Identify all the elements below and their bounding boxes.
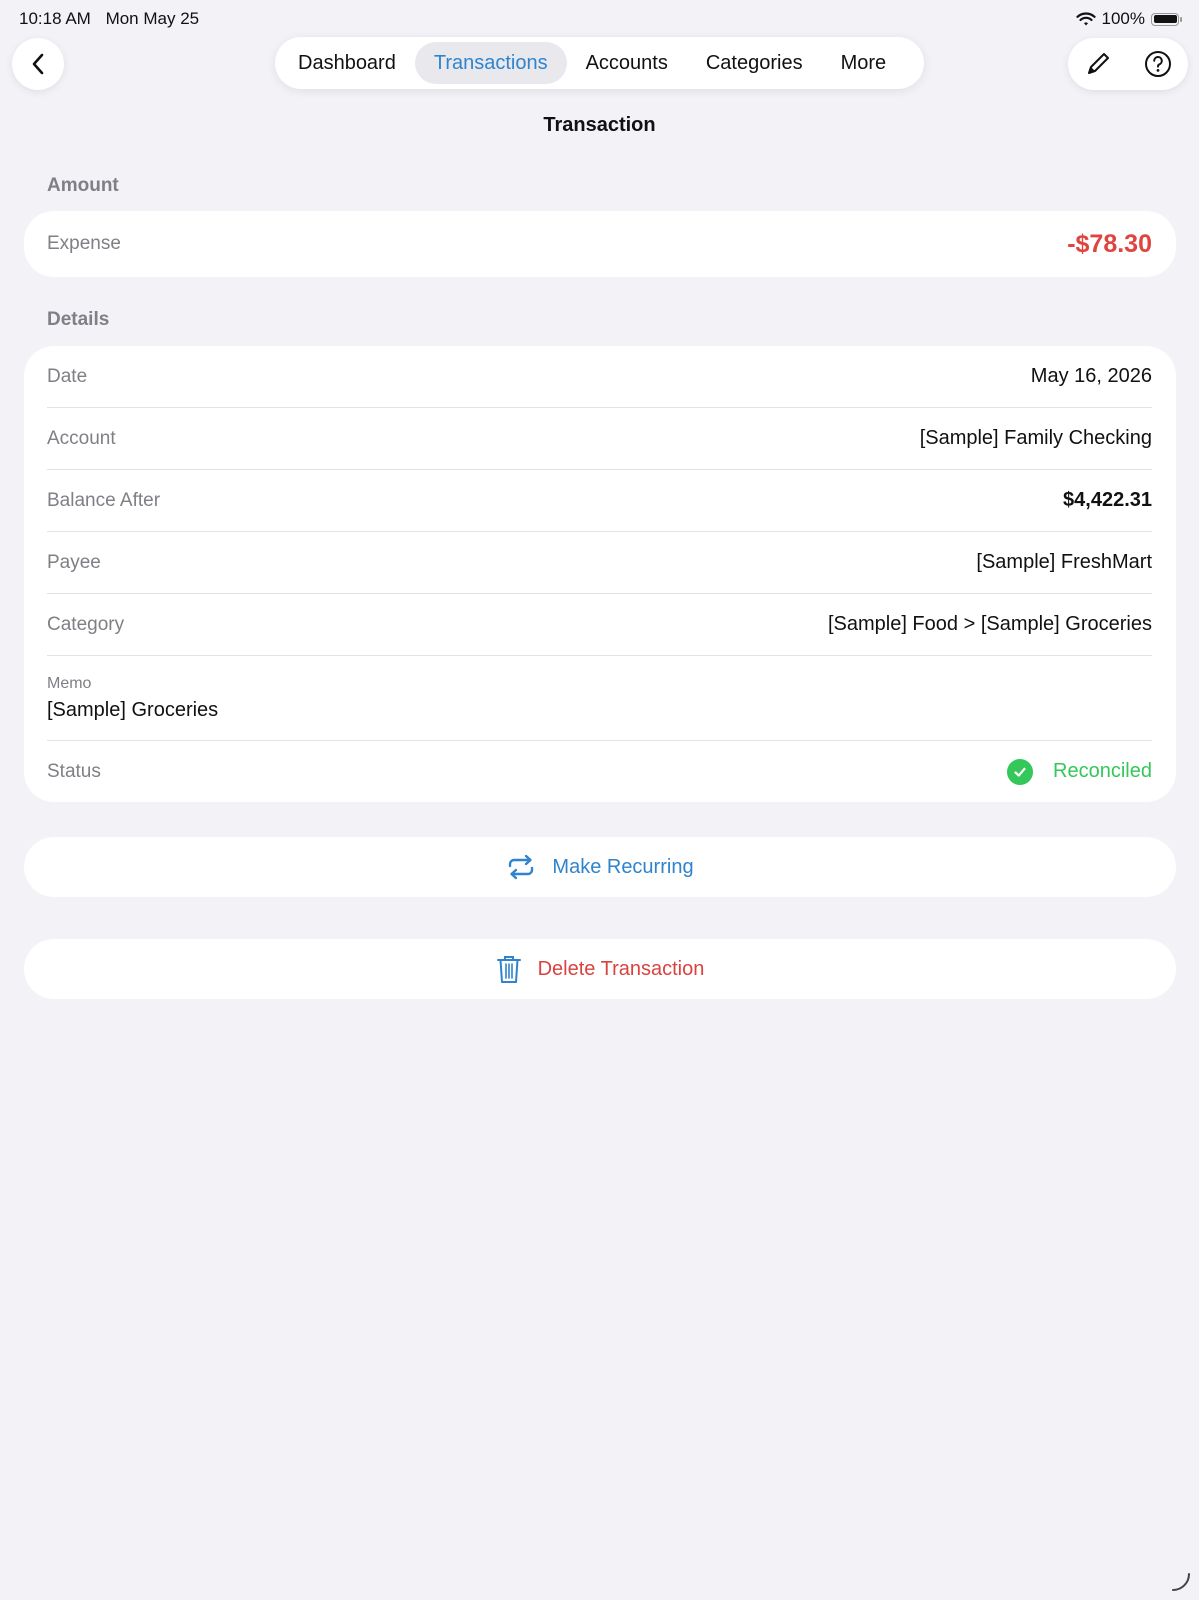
amount-value: -$78.30: [1067, 229, 1152, 258]
detail-row-payee: Payee [Sample] FreshMart: [47, 532, 1152, 594]
detail-row-balance-after: Balance After $4,422.31: [47, 470, 1152, 532]
details-section-label: Details: [47, 309, 110, 330]
detail-label: Balance After: [47, 489, 161, 511]
detail-row-account: Account [Sample] Family Checking: [47, 408, 1152, 470]
wifi-icon: [1075, 11, 1096, 25]
amount-section-label: Amount: [47, 175, 119, 196]
chevron-left-icon: [32, 53, 44, 75]
status-bar-right: 100%: [1075, 9, 1182, 29]
page-title: Transaction: [543, 114, 656, 136]
tab-dashboard[interactable]: Dashboard: [279, 42, 415, 84]
detail-label: Account: [47, 427, 116, 449]
memo-value: [Sample] Groceries: [47, 698, 219, 721]
pencil-icon: [1087, 53, 1109, 74]
toolbar-right-actions: [1068, 38, 1188, 90]
tab-accounts[interactable]: Accounts: [567, 42, 687, 84]
detail-label: Category: [47, 613, 125, 635]
repeat-icon: [509, 854, 534, 880]
amount-card: Expense -$78.30: [24, 211, 1176, 277]
status-label: Status: [47, 760, 101, 782]
detail-row-status: Status Reconciled: [47, 741, 1152, 802]
detail-row-memo: Memo [Sample] Groceries: [47, 656, 1152, 741]
status-time: 10:18 AM: [19, 9, 91, 28]
corner-resize-icon: [1172, 1573, 1190, 1591]
tab-transactions[interactable]: Transactions: [414, 42, 567, 84]
detail-label: Date: [47, 365, 88, 387]
status-badge: Reconciled: [1007, 758, 1152, 785]
tab-categories[interactable]: Categories: [687, 42, 822, 84]
detail-value: $4,422.31: [1063, 489, 1152, 511]
detail-value: [Sample] Family Checking: [919, 427, 1152, 449]
tab-more[interactable]: More: [822, 42, 906, 84]
detail-row-date: Date May 16, 2026: [47, 346, 1152, 408]
detail-value: [Sample] FreshMart: [976, 551, 1152, 573]
make-recurring-label: Make Recurring: [552, 855, 694, 878]
status-value: Reconciled: [1053, 760, 1152, 782]
top-tab-bar: Dashboard Transactions Accounts Categori…: [275, 37, 924, 89]
help-button[interactable]: [1144, 50, 1172, 78]
back-button[interactable]: [12, 38, 64, 90]
delete-transaction-label: Delete Transaction: [537, 957, 705, 980]
details-card: Date May 16, 2026 Account [Sample] Famil…: [24, 346, 1176, 802]
amount-type-label: Expense: [47, 233, 121, 254]
checkmark-circle-icon: [1007, 758, 1034, 785]
status-bar-left: 10:18 AM Mon May 25: [19, 9, 209, 29]
question-circle-icon: [1144, 51, 1171, 77]
amount-row: Expense -$78.30: [47, 211, 1152, 277]
status-bar: 10:18 AM Mon May 25 100%: [0, 0, 1199, 38]
detail-value: [Sample] Food > [Sample] Groceries: [827, 613, 1152, 635]
battery-icon: [1151, 12, 1182, 26]
edit-button[interactable]: [1085, 51, 1111, 77]
memo-label: Memo: [47, 674, 92, 692]
detail-row-category: Category [Sample] Food > [Sample] Grocer…: [47, 594, 1152, 656]
delete-transaction-button[interactable]: Delete Transaction: [24, 939, 1176, 999]
detail-label: Payee: [47, 551, 101, 573]
detail-value: May 16, 2026: [1030, 365, 1152, 387]
status-date: Mon May 25: [105, 9, 200, 28]
battery-percent: 100%: [1101, 9, 1145, 28]
make-recurring-button[interactable]: Make Recurring: [24, 837, 1176, 897]
trash-icon: [496, 956, 521, 983]
